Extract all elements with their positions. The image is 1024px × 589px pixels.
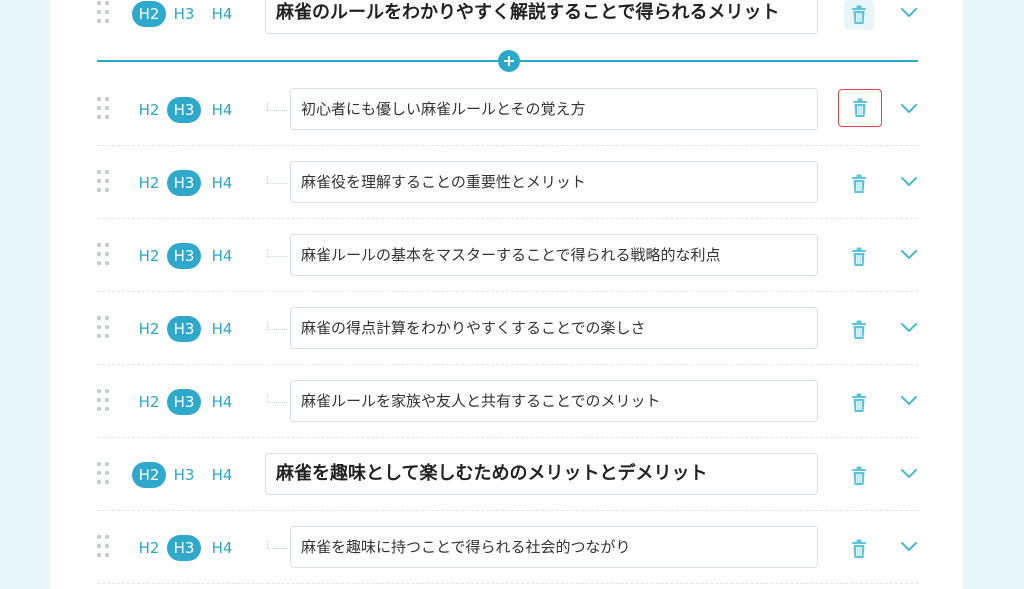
heading-text-field[interactable]: 麻雀ルールを家族や友人と共有することでのメリット: [290, 380, 818, 422]
trash-icon: [852, 320, 866, 339]
level-h2-button[interactable]: H2: [132, 97, 166, 123]
drag-handle-icon[interactable]: [97, 389, 109, 413]
outline-row-7: H2 H3 H4 麻雀を趣味として楽しむためのメリットとデメリット: [97, 438, 918, 511]
level-h4-button[interactable]: H4: [205, 1, 239, 27]
level-h4-button[interactable]: H4: [205, 316, 239, 342]
drag-handle-icon[interactable]: [97, 170, 109, 194]
indent-connector: [267, 541, 287, 549]
level-h4-button[interactable]: H4: [205, 535, 239, 561]
delete-button[interactable]: [844, 169, 874, 199]
trash-icon: [852, 5, 866, 24]
expand-button[interactable]: [900, 175, 918, 189]
drag-handle-icon[interactable]: [97, 97, 109, 121]
trash-icon: [852, 539, 866, 558]
outline-row-4: H2 H3 H4 麻雀ルールの基本をマスターすることで得られる戦略的な利点: [97, 219, 918, 292]
outline-row-1: H2 H3 H4 麻雀のルールをわかりやすく解説することで得られるメリット: [97, 0, 918, 49]
drag-handle-icon[interactable]: [97, 535, 109, 559]
level-h3-button[interactable]: H3: [167, 243, 201, 269]
indent-connector: [267, 322, 287, 330]
level-h4-button[interactable]: H4: [205, 97, 239, 123]
level-h2-button[interactable]: H2: [132, 1, 166, 27]
expand-button[interactable]: [900, 540, 918, 554]
chevron-down-icon: [901, 396, 917, 405]
level-h3-button[interactable]: H3: [167, 535, 201, 561]
indent-connector: [267, 103, 287, 111]
level-h2-button[interactable]: H2: [132, 462, 166, 488]
level-h2-button[interactable]: H2: [132, 316, 166, 342]
chevron-down-icon: [901, 104, 917, 113]
delete-button[interactable]: [844, 0, 874, 30]
level-h2-button[interactable]: H2: [132, 389, 166, 415]
outline-row-6: H2 H3 H4 麻雀ルールを家族や友人と共有することでのメリット: [97, 365, 918, 438]
heading-text-field[interactable]: 初心者にも優しい麻雀ルールとその覚え方: [290, 88, 818, 130]
level-h3-button[interactable]: H3: [167, 316, 201, 342]
heading-outline-list: H2 H3 H4 麻雀のルールをわかりやすく解説することで得られるメリット H2…: [97, 0, 918, 584]
heading-text-field[interactable]: 麻雀を趣味として楽しむためのメリットとデメリット: [265, 453, 818, 495]
chevron-down-icon: [901, 8, 917, 17]
delete-button[interactable]: [838, 89, 882, 127]
level-h4-button[interactable]: H4: [205, 389, 239, 415]
expand-button[interactable]: [900, 6, 918, 20]
insert-heading-button[interactable]: [498, 50, 520, 72]
level-h3-button[interactable]: H3: [167, 170, 201, 196]
level-h4-button[interactable]: H4: [205, 462, 239, 488]
chevron-down-icon: [901, 250, 917, 259]
heading-text-field[interactable]: 麻雀役を理解することの重要性とメリット: [290, 161, 818, 203]
outline-panel: H2 H3 H4 麻雀のルールをわかりやすく解説することで得られるメリット H2…: [50, 0, 963, 589]
expand-button[interactable]: [900, 394, 918, 408]
outline-row-3: H2 H3 H4 麻雀役を理解することの重要性とメリット: [97, 146, 918, 219]
heading-text-field[interactable]: 麻雀ルールの基本をマスターすることで得られる戦略的な利点: [290, 234, 818, 276]
delete-button[interactable]: [844, 242, 874, 272]
trash-icon: [852, 466, 866, 485]
outline-row-5: H2 H3 H4 麻雀の得点計算をわかりやすくすることでの楽しさ: [97, 292, 918, 365]
insert-divider: [97, 49, 918, 73]
level-h2-button[interactable]: H2: [132, 170, 166, 196]
level-h4-button[interactable]: H4: [205, 170, 239, 196]
drag-handle-icon[interactable]: [97, 1, 109, 25]
trash-icon: [852, 393, 866, 412]
chevron-down-icon: [901, 323, 917, 332]
expand-button[interactable]: [900, 102, 918, 116]
trash-icon: [853, 98, 867, 117]
trash-icon: [852, 174, 866, 193]
indent-connector: [267, 395, 287, 403]
expand-button[interactable]: [900, 321, 918, 335]
trash-icon: [852, 247, 866, 266]
delete-button[interactable]: [844, 461, 874, 491]
heading-text-field[interactable]: 麻雀のルールをわかりやすく解説することで得られるメリット: [265, 0, 818, 34]
delete-button[interactable]: [844, 388, 874, 418]
delete-button[interactable]: [844, 315, 874, 345]
drag-handle-icon[interactable]: [97, 462, 109, 486]
level-h2-button[interactable]: H2: [132, 243, 166, 269]
heading-text-field[interactable]: 麻雀を趣味に持つことで得られる社会的つながり: [290, 526, 818, 568]
expand-button[interactable]: [900, 248, 918, 262]
expand-button[interactable]: [900, 467, 918, 481]
outline-row-2: H2 H3 H4 初心者にも優しい麻雀ルールとその覚え方: [97, 73, 918, 146]
chevron-down-icon: [901, 542, 917, 551]
chevron-down-icon: [901, 469, 917, 478]
level-h3-button[interactable]: H3: [167, 97, 201, 123]
level-h3-button[interactable]: H3: [167, 1, 201, 27]
chevron-down-icon: [901, 177, 917, 186]
level-h4-button[interactable]: H4: [205, 243, 239, 269]
level-h2-button[interactable]: H2: [132, 535, 166, 561]
indent-connector: [267, 249, 287, 257]
drag-handle-icon[interactable]: [97, 243, 109, 267]
drag-handle-icon[interactable]: [97, 316, 109, 340]
level-h3-button[interactable]: H3: [167, 389, 201, 415]
delete-button[interactable]: [844, 534, 874, 564]
outline-row-8: H2 H3 H4 麻雀を趣味に持つことで得られる社会的つながり: [97, 511, 918, 584]
indent-connector: [267, 176, 287, 184]
level-h3-button[interactable]: H3: [167, 462, 201, 488]
heading-text-field[interactable]: 麻雀の得点計算をわかりやすくすることでの楽しさ: [290, 307, 818, 349]
plus-circle-icon: [504, 56, 514, 66]
